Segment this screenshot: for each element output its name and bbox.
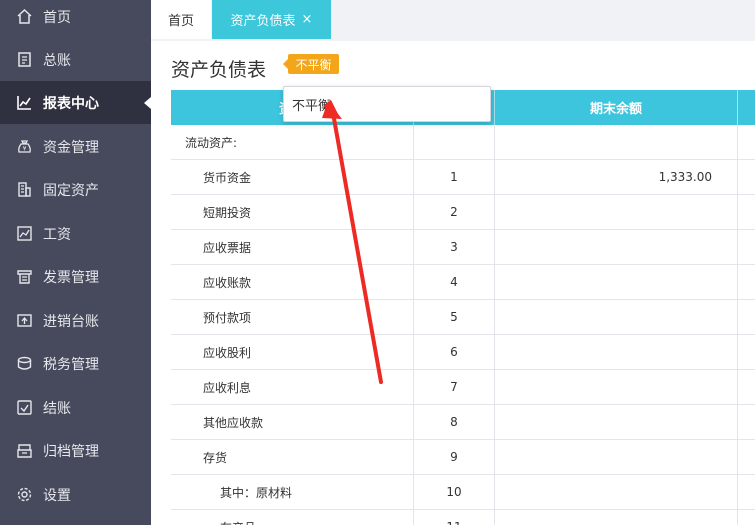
row-name: 其他应收款	[203, 415, 264, 430]
sidebar-item-inventory[interactable]: 进销台账	[0, 299, 151, 342]
sidebar-item-label: 归档管理	[43, 443, 99, 460]
row-line-number: 9	[450, 450, 458, 464]
sidebar-item-label: 报表中心	[43, 95, 99, 112]
row-name: 应收股利	[203, 345, 252, 360]
tab-label: 首页	[167, 14, 194, 29]
sidebar-item-archive[interactable]: 归档管理	[0, 429, 151, 472]
imbalance-tooltip: 不平衡	[283, 86, 491, 122]
row-line-number: 10	[446, 485, 462, 499]
inventory-icon	[15, 312, 33, 330]
row-line-number: 4	[450, 275, 458, 289]
row-line-number: 2	[450, 205, 458, 219]
row-name: 货币资金	[203, 170, 252, 185]
payroll-icon	[15, 225, 33, 243]
building-icon	[15, 181, 33, 199]
table-row[interactable]: 短期投资 2	[171, 195, 755, 230]
sidebar-item-checkout[interactable]: 结账	[0, 386, 151, 429]
page-title: 资产负债表	[171, 59, 267, 81]
table-row[interactable]: 预付款项 5	[171, 300, 755, 335]
table-row[interactable]: 其他应收款 8	[171, 405, 755, 440]
chart-icon	[15, 94, 33, 112]
ledger-icon	[15, 51, 33, 69]
sidebar-item-settings[interactable]: 设置	[0, 473, 151, 516]
row-name: 应收票据	[203, 240, 252, 255]
invoice-icon	[15, 268, 33, 286]
row-line-number: 3	[450, 240, 458, 254]
table-row[interactable]: 应收票据 3	[171, 230, 755, 265]
row-line-number: 8	[450, 415, 458, 429]
row-line-number: 11	[414, 510, 494, 525]
sidebar-item-ledger[interactable]: 总账	[0, 38, 151, 81]
close-icon[interactable]: ×	[302, 12, 313, 27]
row-line-number: 1	[450, 170, 458, 184]
sidebar-item-label: 资金管理	[43, 139, 99, 156]
sidebar-item-fixed-assets[interactable]: 固定资产	[0, 168, 151, 211]
table-row[interactable]: 应收账款 4	[171, 265, 755, 300]
sidebar-item-funds[interactable]: ¥ 资金管理	[0, 125, 151, 168]
sidebar-item-home[interactable]: 首页	[0, 0, 151, 38]
row-line-number: 6	[450, 345, 458, 359]
sidebar: 首页 总账 报表中心 ¥ 资金管理 固定资产 工资 发票管理 进销台账 税务管理…	[0, 0, 151, 525]
row-line-number: 5	[450, 310, 458, 324]
column-divider	[737, 90, 738, 125]
gear-icon	[15, 486, 33, 504]
status-badge[interactable]: 不平衡	[283, 54, 339, 74]
table-row[interactable]: 存货 9	[171, 440, 755, 475]
row-name: 在产品	[220, 510, 256, 525]
sidebar-item-invoices[interactable]: 发票管理	[0, 255, 151, 298]
table-row[interactable]: 流动资产:	[171, 125, 755, 160]
sidebar-item-label: 设置	[43, 487, 71, 504]
tab-bar: 首页 资产负债表 ×	[151, 0, 755, 41]
sidebar-item-tax[interactable]: 税务管理	[0, 342, 151, 385]
tab-label: 资产负债表	[230, 14, 296, 29]
table-row[interactable]: 应收股利 6	[171, 335, 755, 370]
sidebar-item-label: 进销台账	[43, 313, 99, 330]
sidebar-item-label: 结账	[43, 400, 71, 417]
tooltip-text: 不平衡	[292, 98, 332, 114]
sidebar-item-label: 发票管理	[43, 269, 99, 286]
home-icon	[15, 8, 33, 26]
tab-balance-sheet[interactable]: 资产负债表 ×	[212, 0, 331, 39]
row-name: 应收利息	[203, 380, 252, 395]
table-row[interactable]: 在产品 11	[171, 510, 755, 525]
sidebar-item-label: 税务管理	[43, 356, 99, 373]
sidebar-item-label: 首页	[43, 9, 71, 26]
sidebar-item-label: 工资	[43, 226, 71, 243]
row-name: 存货	[203, 450, 228, 465]
row-line-number: 7	[450, 380, 458, 394]
row-name: 其中：原材料	[220, 485, 293, 500]
table-row[interactable]: 应收利息 7	[171, 370, 755, 405]
checkout-icon	[15, 399, 33, 417]
row-name: 应收账款	[203, 275, 252, 290]
sidebar-item-label: 固定资产	[43, 182, 99, 199]
row-value[interactable]: 1,333.00	[495, 160, 712, 194]
balance-sheet-table: 流动资产: 货币资金 1 1,333.00 短期投资 2 应收票据 3 应收账款…	[171, 125, 755, 525]
tab-home[interactable]: 首页	[151, 0, 211, 39]
money-bag-icon: ¥	[15, 138, 33, 156]
row-name: 短期投资	[203, 205, 252, 220]
archive-icon	[15, 442, 33, 460]
row-name: 流动资产:	[185, 135, 238, 150]
sidebar-item-payroll[interactable]: 工资	[0, 212, 151, 255]
tax-icon	[15, 355, 33, 373]
sidebar-item-report-center[interactable]: 报表中心	[0, 81, 151, 124]
column-header-ending-balance: 期末余额	[589, 102, 642, 117]
svg-text:¥: ¥	[22, 146, 26, 153]
table-row[interactable]: 其中：原材料 10	[171, 475, 755, 510]
table-row[interactable]: 货币资金 1 1,333.00	[171, 160, 755, 195]
row-name: 预付款项	[203, 310, 252, 325]
sidebar-item-label: 总账	[43, 52, 71, 69]
